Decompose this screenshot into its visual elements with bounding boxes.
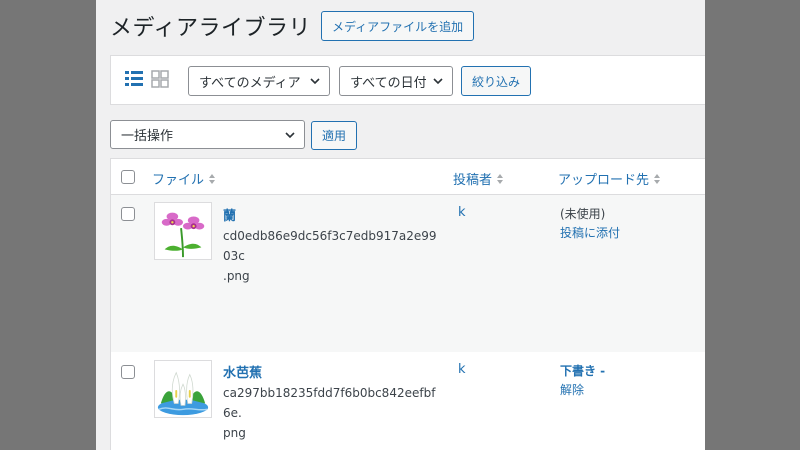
row-checkbox[interactable] [121, 365, 135, 379]
filename-line-1: cd0edb86e9dc56f3c7edb917a2e9903c [223, 229, 437, 263]
column-label-author: 投稿者 [453, 173, 493, 188]
chevron-down-icon [310, 78, 320, 85]
filename-line-2: .png [223, 269, 250, 283]
orchid-image [161, 212, 205, 258]
uploaded-to-cell: (未使用) 投稿に添付 [560, 205, 620, 243]
sort-icon [497, 173, 504, 184]
skunk-cabbage-image [157, 371, 209, 416]
detach-link[interactable]: 解除 [560, 381, 605, 400]
media-filename: cd0edb86e9dc56f3c7edb917a2e9903c .png [223, 226, 443, 286]
media-type-value: すべてのメディア [199, 75, 301, 91]
title-row: メディアライブラリ メディアファイルを追加 [110, 10, 475, 42]
table-header: ファイル 投稿者 アップロード先 [111, 159, 705, 195]
media-thumbnail[interactable] [154, 202, 212, 260]
bulk-action-value: 一括操作 [121, 129, 174, 144]
add-media-button[interactable]: メディアファイルを追加 [320, 11, 475, 41]
unattached-label: (未使用) [560, 207, 606, 221]
date-select[interactable]: すべての日付 [339, 66, 453, 96]
page-title: メディアライブラリ [110, 16, 311, 41]
media-toolbar: すべてのメディア すべての日付 絞り込み [110, 55, 705, 105]
chevron-down-icon [285, 132, 295, 139]
filename-line-2: png [223, 426, 246, 440]
filter-button[interactable]: 絞り込み [461, 66, 532, 96]
list-view-icon[interactable] [125, 70, 143, 88]
media-type-select[interactable]: すべてのメディア [188, 66, 330, 96]
column-label-uploaded-to: アップロード先 [558, 173, 650, 188]
author-link[interactable]: k [458, 205, 466, 220]
column-label-file: ファイル [152, 173, 205, 188]
media-table: ファイル 投稿者 アップロード先 蘭 cd0edb86e9dc56f3c7edb… [110, 158, 705, 450]
parent-post-link[interactable]: 下書き - [560, 362, 605, 381]
filename-line-1: ca297bb18235fdd7f6b0bc842eefbf6e. [223, 386, 436, 420]
chevron-down-icon [433, 78, 443, 85]
author-link[interactable]: k [458, 362, 466, 377]
table-row: 蘭 cd0edb86e9dc56f3c7edb917a2e9903c .png … [111, 195, 705, 352]
column-header-uploaded-to[interactable]: アップロード先 [558, 169, 661, 188]
media-filename: ca297bb18235fdd7f6b0bc842eefbf6e. png [223, 383, 443, 443]
date-value: すべての日付 [350, 75, 427, 91]
attach-link[interactable]: 投稿に添付 [560, 224, 620, 243]
media-thumbnail[interactable] [154, 360, 212, 418]
sort-icon [209, 173, 216, 184]
uploaded-to-cell: 下書き - 解除 [560, 362, 605, 400]
select-all-checkbox[interactable] [121, 170, 135, 184]
sort-icon [654, 173, 661, 184]
column-header-author[interactable]: 投稿者 [453, 169, 504, 188]
bulk-action-select[interactable]: 一括操作 [110, 120, 305, 149]
media-title-link[interactable]: 蘭 [223, 205, 236, 224]
apply-button[interactable]: 適用 [311, 121, 358, 150]
media-library-page: メディアライブラリ メディアファイルを追加 すべてのメディア すべての日付 絞り… [96, 0, 705, 450]
column-header-file[interactable]: ファイル [152, 169, 216, 188]
table-row: 水芭蕉 ca297bb18235fdd7f6b0bc842eefbf6e. pn… [111, 352, 705, 450]
row-checkbox[interactable] [121, 207, 135, 221]
grid-view-icon[interactable] [151, 70, 169, 88]
media-title-link[interactable]: 水芭蕉 [223, 362, 262, 381]
